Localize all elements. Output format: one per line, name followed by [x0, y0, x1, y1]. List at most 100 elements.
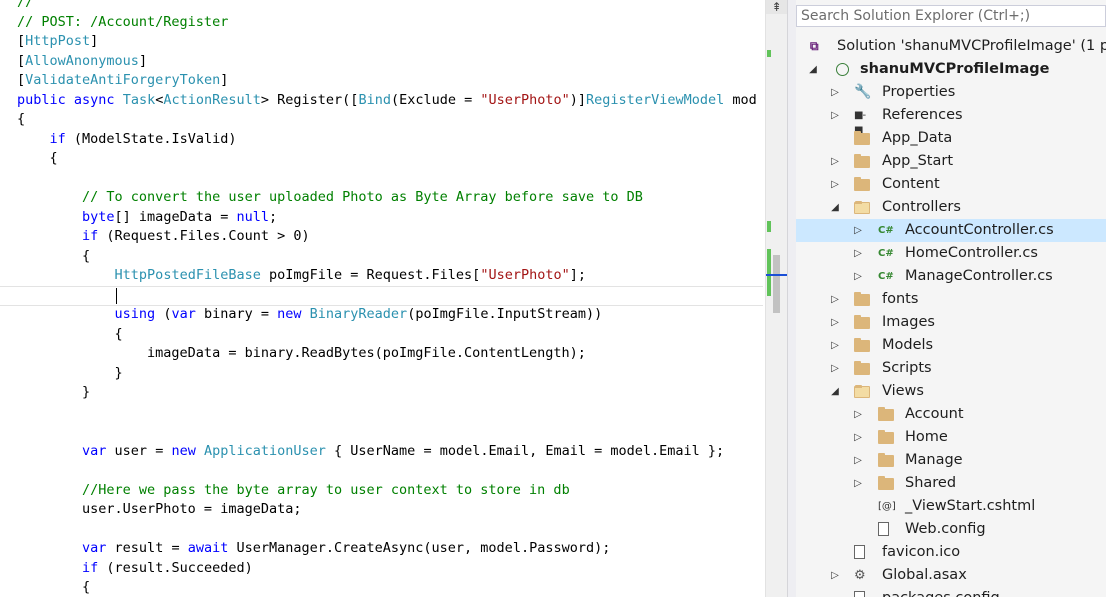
collapsed-arrow-icon[interactable]: ▷	[828, 334, 842, 357]
tree-item[interactable]: ◢ Views	[796, 380, 1106, 403]
csharp-file-icon: C#	[878, 248, 894, 259]
collapsed-arrow-icon[interactable]: ▷	[828, 288, 842, 311]
code-token: null	[236, 208, 269, 225]
tree-item-label: ManageController.cs	[905, 268, 1053, 284]
collapsed-arrow-icon[interactable]: ▷	[828, 104, 842, 127]
expanded-arrow-icon[interactable]: ◢	[828, 196, 842, 219]
collapsed-arrow-icon[interactable]: ▷	[828, 357, 842, 380]
tree-item[interactable]: ▷ C# AccountController.cs	[796, 219, 1106, 242]
code-line[interactable]: imageData = binary.ReadBytes(poImgFile.C…	[17, 344, 586, 364]
collapsed-arrow-icon[interactable]: ▷	[851, 472, 865, 495]
tree-item-label: Views	[882, 383, 924, 399]
collapsed-arrow-icon[interactable]: ▷	[851, 403, 865, 426]
tree-item[interactable]: ▷ ⚙ Global.asax	[796, 564, 1106, 587]
collapsed-arrow-icon[interactable]: ▷	[828, 173, 842, 196]
tree-item[interactable]: ⧉ Solution 'shanuMVCProfileImage' (1 proj…	[796, 35, 1106, 58]
code-line[interactable]: if (Request.Files.Count > 0)	[17, 227, 310, 247]
code-line[interactable]: user.UserPhoto = imageData;	[17, 500, 301, 520]
code-line[interactable]: }	[17, 364, 123, 384]
tree-item-label: favicon.ico	[882, 544, 961, 560]
tree-item[interactable]: ◢ shanuMVCProfileImage	[796, 58, 1106, 81]
code-token: //	[17, 0, 34, 10]
tree-item[interactable]: ▷ ■-■ References	[796, 104, 1106, 136]
code-line[interactable]: HttpPostedFileBase poImgFile = Request.F…	[17, 266, 586, 286]
web-project-icon	[836, 63, 849, 76]
search-input[interactable]	[801, 6, 1097, 26]
collapsed-arrow-icon[interactable]: ▷	[851, 242, 865, 265]
code-token: "UserPhoto"	[480, 267, 570, 283]
code-line[interactable]: //Here we pass the byte array to user co…	[17, 481, 570, 501]
tree-item-label: Images	[882, 314, 935, 330]
code-line[interactable]: [AllowAnonymous]	[17, 52, 147, 72]
code-token: (	[155, 306, 172, 322]
code-line[interactable]: {	[17, 149, 58, 169]
tree-item[interactable]: ▷ App_Start	[796, 150, 1106, 173]
tree-item[interactable]: ▷ Home	[796, 426, 1106, 449]
tree-item[interactable]: favicon.ico	[796, 541, 1106, 564]
code-token: (Exclude =	[390, 91, 481, 108]
tree-item[interactable]: [@] _ViewStart.cshtml	[796, 495, 1106, 518]
collapsed-arrow-icon[interactable]: ▷	[828, 150, 842, 173]
tree-item[interactable]: ▷ Content	[796, 173, 1106, 196]
folder-icon	[854, 131, 870, 145]
search-box[interactable]	[796, 5, 1106, 27]
collapsed-arrow-icon[interactable]: ▷	[828, 564, 842, 587]
tree-item[interactable]: packages.config	[796, 587, 1106, 597]
code-line[interactable]: byte[] imageData = null;	[17, 208, 277, 228]
collapsed-arrow-icon[interactable]: ▷	[851, 265, 865, 288]
code-line[interactable]: }	[17, 383, 90, 403]
code-line[interactable]: if (result.Succeeded)	[17, 559, 253, 579]
tree-item[interactable]: ▷ Scripts	[796, 357, 1106, 380]
code-line[interactable]: {	[17, 325, 123, 345]
editor-vertical-scrollbar[interactable]: ⇞	[765, 0, 787, 597]
code-token: }	[17, 364, 123, 381]
code-token: public	[17, 91, 66, 108]
tree-item[interactable]: Web.config	[796, 518, 1106, 541]
expanded-arrow-icon[interactable]: ◢	[806, 58, 820, 81]
code-line[interactable]: using (var binary = new BinaryReader(poI…	[17, 305, 603, 325]
tree-item[interactable]: ◢ Controllers	[796, 196, 1106, 219]
code-line[interactable]: {	[17, 110, 25, 130]
tree-item[interactable]: ▷ Manage	[796, 449, 1106, 472]
tree-item[interactable]: ▷ Shared	[796, 472, 1106, 495]
scroll-split-icon[interactable]: ⇞	[766, 0, 787, 14]
tree-item[interactable]: ▷ fonts	[796, 288, 1106, 311]
tree-item[interactable]: ▷ C# HomeController.cs	[796, 242, 1106, 265]
csharp-file-icon: C#	[878, 225, 894, 236]
tree-item[interactable]: ▷ Models	[796, 334, 1106, 357]
expanded-arrow-icon[interactable]: ◢	[828, 380, 842, 403]
tree-item[interactable]: ▷ C# ManageController.cs	[796, 265, 1106, 288]
code-line[interactable]: public async Task<ActionResult> Register…	[17, 91, 757, 111]
folder-icon	[854, 315, 870, 329]
code-line[interactable]: {	[17, 578, 90, 597]
code-line[interactable]: if (ModelState.IsValid)	[17, 130, 237, 150]
code-token: var	[82, 442, 107, 459]
collapsed-arrow-icon[interactable]: ▷	[851, 449, 865, 472]
code-line[interactable]: var result = await UserManager.CreateAsy…	[17, 539, 610, 559]
code-line[interactable]: //	[17, 0, 33, 13]
code-line[interactable]: {	[17, 247, 90, 267]
panel-splitter[interactable]	[787, 0, 796, 597]
folder-open-icon	[854, 201, 870, 214]
code-line[interactable]: [HttpPost]	[17, 32, 98, 52]
code-line[interactable]: [ValidateAntiForgeryToken]	[17, 71, 228, 91]
tree-item[interactable]: ▷ Images	[796, 311, 1106, 334]
tree-item[interactable]: ▷ Account	[796, 403, 1106, 426]
code-line[interactable]: // To convert the user uploaded Photo as…	[17, 188, 643, 208]
collapsed-arrow-icon[interactable]: ▷	[828, 311, 842, 334]
tree-item-label: Models	[882, 337, 934, 353]
collapsed-arrow-icon[interactable]: ▷	[851, 426, 865, 449]
code-editor[interactable]: // // POST: /Account/Register [HttpPost] [A…	[0, 0, 765, 597]
collapsed-arrow-icon[interactable]: ▷	[851, 219, 865, 242]
scrollbar-thumb[interactable]	[773, 255, 780, 313]
code-line[interactable]: var user = new ApplicationUser { UserNam…	[17, 442, 724, 462]
tree-item[interactable]: ▷ 🔧 Properties	[796, 81, 1106, 104]
folder-icon	[854, 361, 870, 375]
code-line[interactable]: // POST: /Account/Register	[17, 13, 228, 33]
code-token: // To convert the user uploaded Photo as…	[82, 189, 643, 205]
code-token: [	[17, 33, 26, 49]
collapsed-arrow-icon[interactable]: ▷	[828, 81, 842, 104]
tree-item[interactable]: App_Data	[796, 127, 1106, 150]
